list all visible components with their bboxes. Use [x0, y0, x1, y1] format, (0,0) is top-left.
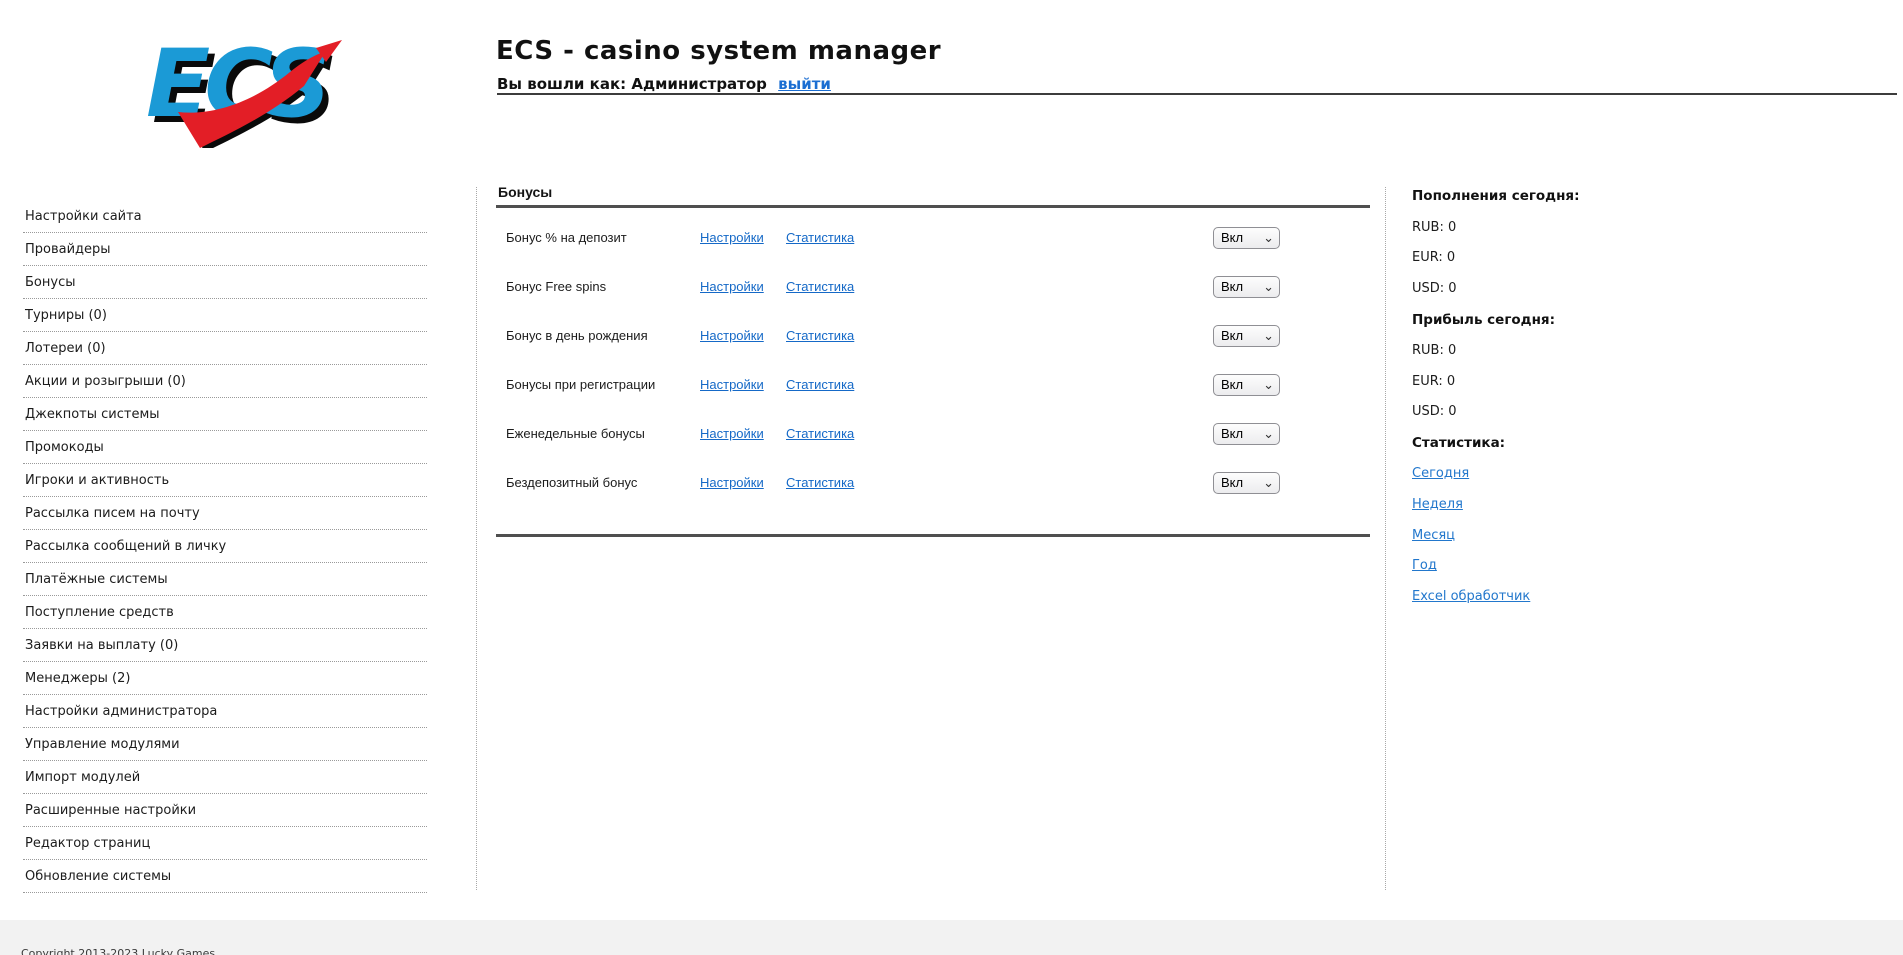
sidebar-item-module-import[interactable]: Импорт модулей [23, 761, 427, 794]
statistics-title: Статистика: [1412, 427, 1742, 458]
sidebar-item-managers[interactable]: Менеджеры (2) [23, 662, 427, 695]
bonus-name: Бонус в день рождения [496, 328, 700, 343]
bonus-settings-link[interactable]: Настройки [700, 328, 786, 343]
sidebar-item-payment-systems[interactable]: Платёжные системы [23, 563, 427, 596]
bonus-toggle-select[interactable]: Вкл [1213, 276, 1280, 298]
bonus-settings-link[interactable]: Настройки [700, 475, 786, 490]
sidebar-item-page-editor[interactable]: Редактор страниц [23, 827, 427, 860]
bonus-row-free-spins: Бонус Free spins Настройки Статистика Вк… [496, 262, 1370, 311]
ecs-logo-icon: ECS ECS [138, 20, 342, 148]
sidebar-item-tournaments[interactable]: Турниры (0) [23, 299, 427, 332]
bonus-statistics-link[interactable]: Статистика [786, 279, 876, 294]
sidebar-item-bonuses[interactable]: Бонусы [23, 266, 427, 299]
bonus-settings-link[interactable]: Настройки [700, 426, 786, 441]
profit-usd: USD: 0 [1412, 397, 1742, 428]
bonus-toggle-select[interactable]: Вкл [1213, 374, 1280, 396]
deposits-today-title: Пополнения сегодня: [1412, 181, 1742, 212]
summary-panel: Пополнения сегодня: RUB: 0 EUR: 0 USD: 0… [1412, 181, 1742, 612]
sidebar-item-system-update[interactable]: Обновление системы [23, 860, 427, 893]
bonus-settings-link[interactable]: Настройки [700, 230, 786, 245]
bonuses-title: Бонусы [496, 184, 1370, 200]
sidebar-item-admin-settings[interactable]: Настройки администратора [23, 695, 427, 728]
logout-link[interactable]: выйти [778, 75, 831, 93]
bonuses-top-rule [496, 205, 1370, 208]
bonus-toggle-select[interactable]: Вкл [1213, 227, 1280, 249]
sidebar-main-divider [476, 187, 477, 890]
deposits-rub: RUB: 0 [1412, 212, 1742, 243]
bonus-name: Бонус % на депозит [496, 230, 700, 245]
sidebar-item-incoming-funds[interactable]: Поступление средств [23, 596, 427, 629]
profit-today-title: Прибыль сегодня: [1412, 304, 1742, 335]
sidebar-item-lotteries[interactable]: Лотереи (0) [23, 332, 427, 365]
bonus-toggle-select[interactable]: Вкл [1213, 423, 1280, 445]
deposits-usd: USD: 0 [1412, 273, 1742, 304]
sidebar-item-promotions[interactable]: Акции и розыгрыши (0) [23, 365, 427, 398]
stats-month-link[interactable]: Месяц [1412, 528, 1455, 543]
deposits-eur: EUR: 0 [1412, 243, 1742, 274]
sidebar-item-email-mailing[interactable]: Рассылка писем на почту [23, 497, 427, 530]
bonus-name: Бонусы при регистрации [496, 377, 700, 392]
bonus-statistics-link[interactable]: Статистика [786, 230, 876, 245]
bonus-row-birthday: Бонус в день рождения Настройки Статисти… [496, 311, 1370, 360]
stats-week-link[interactable]: Неделя [1412, 497, 1463, 512]
bonuses-bottom-rule [496, 534, 1370, 537]
sidebar-nav: Настройки сайта Провайдеры Бонусы Турнир… [23, 200, 427, 893]
sidebar-item-pm-mailing[interactable]: Рассылка сообщений в личку [23, 530, 427, 563]
sidebar-item-module-management[interactable]: Управление модулями [23, 728, 427, 761]
profit-eur: EUR: 0 [1412, 366, 1742, 397]
copyright-text: Copyright 2013-2023 Lucky Games [21, 947, 215, 955]
bonuses-section: Бонусы Бонус % на депозит Настройки Стат… [496, 184, 1370, 537]
bonus-toggle-select[interactable]: Вкл [1213, 472, 1280, 494]
bonus-row-weekly: Еженедельные бонусы Настройки Статистика… [496, 409, 1370, 458]
bonus-name: Еженедельные бонусы [496, 426, 700, 441]
main-summary-divider [1385, 187, 1386, 890]
sidebar-item-players[interactable]: Игроки и активность [23, 464, 427, 497]
bonus-name: Бонус Free spins [496, 279, 700, 294]
bonuses-list: Бонус % на депозит Настройки Статистика … [496, 213, 1370, 507]
bonus-statistics-link[interactable]: Статистика [786, 426, 876, 441]
bonus-statistics-link[interactable]: Статистика [786, 377, 876, 392]
bonus-name: Бездепозитный бонус [496, 475, 700, 490]
sidebar-item-payout-requests[interactable]: Заявки на выплату (0) [23, 629, 427, 662]
profit-rub: RUB: 0 [1412, 335, 1742, 366]
login-status: Вы вошли как: Администратор выйти [497, 75, 831, 93]
stats-year-link[interactable]: Год [1412, 558, 1437, 573]
page-title: ECS - casino system manager [496, 36, 941, 66]
footer: Copyright 2013-2023 Lucky Games [0, 920, 1903, 955]
header-divider [497, 93, 1897, 95]
bonus-row-registration: Бонусы при регистрации Настройки Статист… [496, 360, 1370, 409]
sidebar-item-advanced-settings[interactable]: Расширенные настройки [23, 794, 427, 827]
sidebar-item-site-settings[interactable]: Настройки сайта [23, 200, 427, 233]
sidebar-item-promocodes[interactable]: Промокоды [23, 431, 427, 464]
login-status-text: Вы вошли как: Администратор [497, 75, 767, 93]
admin-page: ECS ECS ECS - casino system manager Вы в… [0, 0, 1903, 955]
bonus-statistics-link[interactable]: Статистика [786, 328, 876, 343]
bonus-row-no-deposit: Бездепозитный бонус Настройки Статистика… [496, 458, 1370, 507]
bonus-settings-link[interactable]: Настройки [700, 279, 786, 294]
stats-today-link[interactable]: Сегодня [1412, 466, 1469, 481]
bonus-statistics-link[interactable]: Статистика [786, 475, 876, 490]
bonus-toggle-select[interactable]: Вкл [1213, 325, 1280, 347]
bonus-settings-link[interactable]: Настройки [700, 377, 786, 392]
sidebar-item-providers[interactable]: Провайдеры [23, 233, 427, 266]
bonus-row-deposit-percent: Бонус % на депозит Настройки Статистика … [496, 213, 1370, 262]
stats-excel-link[interactable]: Excel обработчик [1412, 589, 1530, 604]
sidebar-item-jackpots[interactable]: Джекпоты системы [23, 398, 427, 431]
